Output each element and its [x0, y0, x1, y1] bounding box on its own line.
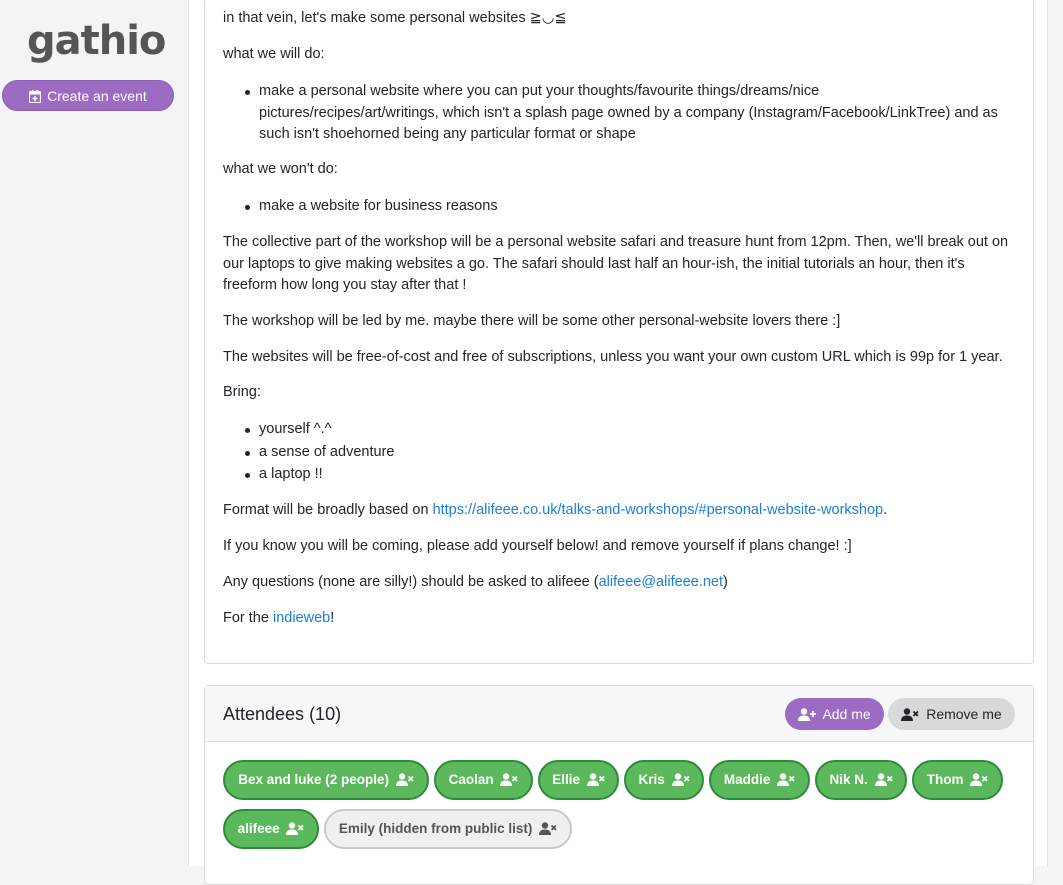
user-times-icon[interactable] — [539, 822, 557, 835]
user-times-icon[interactable] — [671, 773, 690, 786]
attendee-pill[interactable]: Nik N. — [815, 760, 907, 800]
list-item: make a website for business reasons — [245, 196, 999, 218]
user-plus-icon — [798, 708, 817, 721]
wont-heading: what we won't do: — [223, 161, 338, 177]
attendee-pill-hidden[interactable]: Emily (hidden from public list) — [324, 809, 572, 849]
list-item: make a personal website where you can pu… — [245, 81, 999, 146]
list-item: yourself ^.^ — [245, 419, 999, 441]
indieweb-link[interactable]: indieweb — [273, 610, 330, 626]
attendee-name: Kris — [638, 772, 665, 787]
attendees-card: Attendees (10) Add me Remove me Bex and … — [204, 685, 1034, 885]
user-times-icon[interactable] — [586, 773, 605, 786]
list-item: a sense of adventure — [245, 442, 999, 464]
attendee-name: Nik N. — [829, 772, 868, 787]
attendee-name: Emily (hidden from public list) — [338, 821, 533, 836]
will-list: make a personal website where you can pu… — [245, 81, 999, 147]
user-times-icon[interactable] — [777, 773, 795, 786]
attendee-name: Ellie — [552, 772, 580, 787]
remove-me-label: Remove me — [926, 706, 1002, 722]
event-description: in that vein, let's make some personal w… — [204, 0, 1034, 664]
attendee-pill[interactable]: Thom — [912, 760, 1003, 800]
user-times-icon[interactable] — [395, 773, 414, 786]
list-item: a laptop !! — [245, 464, 999, 486]
cost-text: The websites will be free-of-cost and fr… — [223, 349, 1003, 365]
intro-text: in that vein, let's make some personal w… — [223, 10, 567, 26]
add-me-label: Add me — [822, 706, 871, 722]
attendee-name: Thom — [926, 772, 964, 787]
for-suffix: ! — [330, 610, 335, 626]
format-text: Format will be broadly based on https://… — [223, 500, 1015, 522]
bring-heading: Bring: — [223, 384, 261, 400]
for-text: For the indieweb! — [223, 608, 1015, 630]
attendee-name: alifeee — [237, 821, 280, 836]
questions-suffix: ) — [722, 574, 728, 590]
main-content: in that vein, let's make some personal w… — [188, 0, 1048, 885]
attendee-pill[interactable]: Ellie — [538, 760, 619, 800]
attendee-pill[interactable]: Caolan — [434, 760, 533, 800]
questions-text: Any questions (none are silly!) should b… — [223, 572, 1015, 594]
email-link[interactable]: alifeee@alifeee.net — [599, 574, 723, 590]
format-link[interactable]: https://alifeee.co.uk/talks-and-workshop… — [433, 502, 884, 518]
user-times-icon — [901, 708, 919, 721]
attendee-pill[interactable]: Maddie — [709, 760, 810, 800]
user-times-icon[interactable] — [500, 773, 519, 786]
will-heading: what we will do: — [223, 46, 325, 62]
coming-text: If you know you will be coming, please a… — [223, 538, 852, 554]
questions-prefix: Any questions (none are silly!) should b… — [223, 574, 599, 590]
wont-list: make a website for business reasons — [245, 196, 999, 219]
calendar-plus-icon — [29, 83, 42, 114]
attendee-pill[interactable]: alifeee — [223, 809, 319, 849]
attendee-name: Caolan — [448, 772, 494, 787]
sidebar: gathio Create an event — [0, 0, 188, 866]
attendee-pill[interactable]: Kris — [624, 760, 704, 800]
collective-text: The collective part of the workshop will… — [223, 234, 1009, 293]
attendee-name: Maddie — [723, 772, 771, 787]
bring-list: yourself ^.^ a sense of adventure a lapt… — [245, 419, 999, 487]
led-by-text: The workshop will be led by me. maybe th… — [223, 313, 841, 329]
attendees-header: Attendees (10) Add me Remove me — [205, 686, 1033, 742]
format-suffix: . — [883, 502, 888, 518]
attendees-title: Attendees (10) — [223, 704, 342, 724]
attendee-name: Bex and luke (2 people) — [238, 772, 390, 787]
create-event-label: Create an event — [47, 88, 147, 104]
user-times-icon[interactable] — [970, 773, 988, 786]
create-event-button[interactable]: Create an event — [2, 80, 174, 111]
add-me-button[interactable]: Add me — [785, 698, 884, 730]
remove-me-button[interactable]: Remove me — [888, 698, 1015, 730]
format-prefix: Format will be broadly based on — [223, 502, 433, 518]
user-times-icon[interactable] — [874, 773, 893, 786]
user-times-icon[interactable] — [286, 822, 305, 835]
gathio-logo[interactable]: gathio — [27, 18, 166, 64]
for-prefix: For the — [223, 610, 273, 626]
attendee-pill[interactable]: Bex and luke (2 people) — [223, 760, 429, 800]
